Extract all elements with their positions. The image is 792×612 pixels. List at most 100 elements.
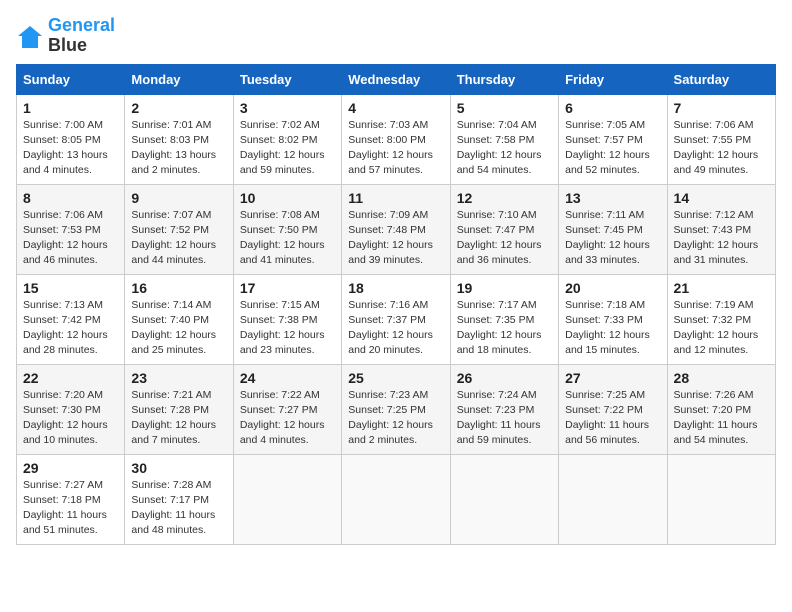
week-row-1: 1 Sunrise: 7:00 AM Sunset: 8:05 PM Dayli…	[17, 94, 776, 184]
day-detail: Sunrise: 7:21 AM Sunset: 7:28 PM Dayligh…	[131, 388, 226, 449]
day-number: 8	[23, 190, 118, 206]
col-thursday: Thursday	[450, 64, 558, 94]
calendar-table: Sunday Monday Tuesday Wednesday Thursday…	[16, 64, 776, 545]
day-detail: Sunrise: 7:28 AM Sunset: 7:17 PM Dayligh…	[131, 478, 226, 539]
calendar-cell: 26 Sunrise: 7:24 AM Sunset: 7:23 PM Dayl…	[450, 364, 558, 454]
day-number: 19	[457, 280, 552, 296]
day-number: 25	[348, 370, 443, 386]
calendar-cell: 17 Sunrise: 7:15 AM Sunset: 7:38 PM Dayl…	[233, 274, 341, 364]
page-header: GeneralBlue	[16, 16, 776, 56]
logo: GeneralBlue	[16, 16, 115, 56]
day-detail: Sunrise: 7:06 AM Sunset: 7:53 PM Dayligh…	[23, 208, 118, 269]
day-detail: Sunrise: 7:15 AM Sunset: 7:38 PM Dayligh…	[240, 298, 335, 359]
day-number: 4	[348, 100, 443, 116]
day-number: 17	[240, 280, 335, 296]
calendar-cell: 23 Sunrise: 7:21 AM Sunset: 7:28 PM Dayl…	[125, 364, 233, 454]
day-detail: Sunrise: 7:03 AM Sunset: 8:00 PM Dayligh…	[348, 118, 443, 179]
calendar-cell: 29 Sunrise: 7:27 AM Sunset: 7:18 PM Dayl…	[17, 454, 125, 544]
day-detail: Sunrise: 7:25 AM Sunset: 7:22 PM Dayligh…	[565, 388, 660, 449]
day-number: 2	[131, 100, 226, 116]
calendar-cell: 14 Sunrise: 7:12 AM Sunset: 7:43 PM Dayl…	[667, 184, 775, 274]
day-number: 23	[131, 370, 226, 386]
calendar-cell: 25 Sunrise: 7:23 AM Sunset: 7:25 PM Dayl…	[342, 364, 450, 454]
calendar-cell: 4 Sunrise: 7:03 AM Sunset: 8:00 PM Dayli…	[342, 94, 450, 184]
calendar-cell: 11 Sunrise: 7:09 AM Sunset: 7:48 PM Dayl…	[342, 184, 450, 274]
day-number: 20	[565, 280, 660, 296]
day-detail: Sunrise: 7:17 AM Sunset: 7:35 PM Dayligh…	[457, 298, 552, 359]
day-detail: Sunrise: 7:12 AM Sunset: 7:43 PM Dayligh…	[674, 208, 769, 269]
calendar-header-row: Sunday Monday Tuesday Wednesday Thursday…	[17, 64, 776, 94]
day-number: 28	[674, 370, 769, 386]
day-detail: Sunrise: 7:27 AM Sunset: 7:18 PM Dayligh…	[23, 478, 118, 539]
day-number: 24	[240, 370, 335, 386]
calendar-cell: 6 Sunrise: 7:05 AM Sunset: 7:57 PM Dayli…	[559, 94, 667, 184]
day-detail: Sunrise: 7:22 AM Sunset: 7:27 PM Dayligh…	[240, 388, 335, 449]
day-number: 22	[23, 370, 118, 386]
calendar-cell: 8 Sunrise: 7:06 AM Sunset: 7:53 PM Dayli…	[17, 184, 125, 274]
col-sunday: Sunday	[17, 64, 125, 94]
day-number: 1	[23, 100, 118, 116]
calendar-cell: 28 Sunrise: 7:26 AM Sunset: 7:20 PM Dayl…	[667, 364, 775, 454]
day-detail: Sunrise: 7:20 AM Sunset: 7:30 PM Dayligh…	[23, 388, 118, 449]
logo-text: GeneralBlue	[48, 16, 115, 56]
day-detail: Sunrise: 7:16 AM Sunset: 7:37 PM Dayligh…	[348, 298, 443, 359]
logo-icon	[16, 22, 44, 50]
day-number: 6	[565, 100, 660, 116]
calendar-cell: 19 Sunrise: 7:17 AM Sunset: 7:35 PM Dayl…	[450, 274, 558, 364]
day-number: 29	[23, 460, 118, 476]
calendar-cell: 5 Sunrise: 7:04 AM Sunset: 7:58 PM Dayli…	[450, 94, 558, 184]
calendar-cell: 16 Sunrise: 7:14 AM Sunset: 7:40 PM Dayl…	[125, 274, 233, 364]
day-detail: Sunrise: 7:05 AM Sunset: 7:57 PM Dayligh…	[565, 118, 660, 179]
day-number: 3	[240, 100, 335, 116]
day-detail: Sunrise: 7:09 AM Sunset: 7:48 PM Dayligh…	[348, 208, 443, 269]
calendar-cell: 21 Sunrise: 7:19 AM Sunset: 7:32 PM Dayl…	[667, 274, 775, 364]
col-saturday: Saturday	[667, 64, 775, 94]
calendar-cell: 2 Sunrise: 7:01 AM Sunset: 8:03 PM Dayli…	[125, 94, 233, 184]
calendar-cell: 22 Sunrise: 7:20 AM Sunset: 7:30 PM Dayl…	[17, 364, 125, 454]
week-row-5: 29 Sunrise: 7:27 AM Sunset: 7:18 PM Dayl…	[17, 454, 776, 544]
calendar-cell: 9 Sunrise: 7:07 AM Sunset: 7:52 PM Dayli…	[125, 184, 233, 274]
calendar-cell: 30 Sunrise: 7:28 AM Sunset: 7:17 PM Dayl…	[125, 454, 233, 544]
col-friday: Friday	[559, 64, 667, 94]
calendar-cell: 10 Sunrise: 7:08 AM Sunset: 7:50 PM Dayl…	[233, 184, 341, 274]
week-row-4: 22 Sunrise: 7:20 AM Sunset: 7:30 PM Dayl…	[17, 364, 776, 454]
day-detail: Sunrise: 7:08 AM Sunset: 7:50 PM Dayligh…	[240, 208, 335, 269]
calendar-cell: 27 Sunrise: 7:25 AM Sunset: 7:22 PM Dayl…	[559, 364, 667, 454]
day-detail: Sunrise: 7:06 AM Sunset: 7:55 PM Dayligh…	[674, 118, 769, 179]
calendar-cell	[450, 454, 558, 544]
calendar-cell: 3 Sunrise: 7:02 AM Sunset: 8:02 PM Dayli…	[233, 94, 341, 184]
day-detail: Sunrise: 7:11 AM Sunset: 7:45 PM Dayligh…	[565, 208, 660, 269]
day-detail: Sunrise: 7:23 AM Sunset: 7:25 PM Dayligh…	[348, 388, 443, 449]
day-detail: Sunrise: 7:24 AM Sunset: 7:23 PM Dayligh…	[457, 388, 552, 449]
calendar-cell: 7 Sunrise: 7:06 AM Sunset: 7:55 PM Dayli…	[667, 94, 775, 184]
day-number: 16	[131, 280, 226, 296]
day-number: 12	[457, 190, 552, 206]
calendar-cell: 20 Sunrise: 7:18 AM Sunset: 7:33 PM Dayl…	[559, 274, 667, 364]
day-detail: Sunrise: 7:18 AM Sunset: 7:33 PM Dayligh…	[565, 298, 660, 359]
day-number: 13	[565, 190, 660, 206]
day-detail: Sunrise: 7:07 AM Sunset: 7:52 PM Dayligh…	[131, 208, 226, 269]
day-detail: Sunrise: 7:19 AM Sunset: 7:32 PM Dayligh…	[674, 298, 769, 359]
calendar-cell: 12 Sunrise: 7:10 AM Sunset: 7:47 PM Dayl…	[450, 184, 558, 274]
week-row-2: 8 Sunrise: 7:06 AM Sunset: 7:53 PM Dayli…	[17, 184, 776, 274]
col-wednesday: Wednesday	[342, 64, 450, 94]
day-number: 14	[674, 190, 769, 206]
calendar-cell: 1 Sunrise: 7:00 AM Sunset: 8:05 PM Dayli…	[17, 94, 125, 184]
day-number: 11	[348, 190, 443, 206]
day-number: 15	[23, 280, 118, 296]
calendar-cell	[559, 454, 667, 544]
calendar-cell: 13 Sunrise: 7:11 AM Sunset: 7:45 PM Dayl…	[559, 184, 667, 274]
day-number: 26	[457, 370, 552, 386]
day-detail: Sunrise: 7:14 AM Sunset: 7:40 PM Dayligh…	[131, 298, 226, 359]
calendar-cell	[667, 454, 775, 544]
day-number: 27	[565, 370, 660, 386]
day-number: 7	[674, 100, 769, 116]
calendar-cell: 18 Sunrise: 7:16 AM Sunset: 7:37 PM Dayl…	[342, 274, 450, 364]
day-detail: Sunrise: 7:00 AM Sunset: 8:05 PM Dayligh…	[23, 118, 118, 179]
day-number: 10	[240, 190, 335, 206]
week-row-3: 15 Sunrise: 7:13 AM Sunset: 7:42 PM Dayl…	[17, 274, 776, 364]
day-number: 9	[131, 190, 226, 206]
day-detail: Sunrise: 7:01 AM Sunset: 8:03 PM Dayligh…	[131, 118, 226, 179]
col-monday: Monday	[125, 64, 233, 94]
calendar-cell	[342, 454, 450, 544]
